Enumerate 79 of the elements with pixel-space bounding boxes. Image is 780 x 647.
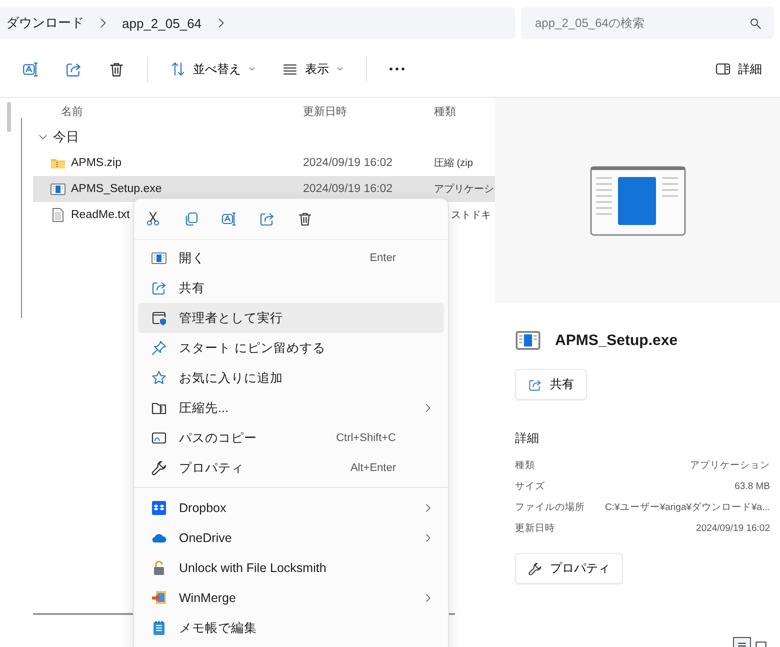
- share-icon: [151, 280, 167, 296]
- properties-button[interactable]: プロパティ: [515, 553, 623, 584]
- sort-icon: [170, 61, 186, 77]
- property-value: C:¥ユーザー¥ariga¥ダウンロード¥a...: [605, 501, 770, 514]
- property-label: 更新日時: [515, 522, 555, 535]
- view-menu-button[interactable]: 表示: [272, 54, 354, 84]
- scrollbar-thumb[interactable]: [7, 102, 11, 132]
- menu-item[interactable]: プロパティ Alt+Enter: [138, 453, 444, 483]
- details-pane-icon: [715, 61, 731, 77]
- file-type: アプリケーシ: [434, 184, 494, 195]
- file-name: APMS.zip: [71, 157, 122, 169]
- rename-icon: [221, 211, 237, 227]
- share-button[interactable]: 共有: [515, 369, 587, 400]
- details-button[interactable]: 詳細: [705, 54, 772, 84]
- property-label: サイズ: [515, 480, 545, 493]
- file-date: 2024/09/19 16:02: [303, 183, 393, 195]
- share-icon: [259, 211, 275, 227]
- column-header[interactable]: 更新日時: [303, 104, 434, 118]
- search-icon[interactable]: [749, 17, 762, 30]
- pin-icon: [151, 340, 167, 356]
- section-heading: 詳細: [515, 430, 540, 447]
- copy-icon: [183, 211, 199, 227]
- file-type: ストドキ: [451, 210, 491, 221]
- share-icon: [528, 378, 542, 392]
- delete-icon: [108, 60, 125, 78]
- file-name: ReadMe.txt: [71, 209, 130, 221]
- shortcut-label: Alt+Enter: [350, 462, 396, 474]
- menu-item[interactable]: 開く Enter: [138, 243, 444, 273]
- sort-menu-button[interactable]: 並べ替え: [160, 54, 266, 84]
- menu-item[interactable]: 共有: [138, 273, 444, 303]
- file-title: APMS_Setup.exe: [555, 332, 678, 348]
- menu-item[interactable]: メモ帳で編集: [138, 613, 444, 643]
- zip-folder-icon: [151, 400, 167, 416]
- padlock-icon: [151, 560, 167, 576]
- address-bar[interactable]: ダウンロード app_2_05_64: [0, 7, 515, 39]
- file-row[interactable]: APMS_Setup.exe 2024/09/19 16:02 アプリケーシ: [33, 176, 495, 202]
- star-icon: [151, 370, 167, 386]
- group-header[interactable]: 今日: [33, 124, 495, 150]
- menu-item[interactable]: スタート にピン留めする: [138, 333, 444, 363]
- property-value: 2024/09/19 16:02: [696, 523, 770, 534]
- share-icon: [65, 60, 82, 78]
- wrench-icon: [151, 460, 167, 476]
- property-label: 種類: [515, 459, 535, 472]
- application-icon: [50, 181, 66, 197]
- file-row[interactable]: APMS.zip 2024/09/19 16:02 圧縮 (zip: [33, 150, 495, 176]
- application-preview-icon: [590, 166, 686, 236]
- file-type: 圧縮 (zip: [434, 158, 473, 169]
- menu-item[interactable]: Unlock with File Locksmith: [138, 553, 444, 583]
- shortcut-label: Ctrl+Shift+C: [336, 432, 396, 444]
- menu-item[interactable]: パスのコピー Ctrl+Shift+C: [138, 423, 444, 453]
- menu-item[interactable]: Dropbox: [138, 493, 444, 523]
- wrench-icon: [528, 562, 542, 576]
- property-value: アプリケーション: [690, 459, 770, 472]
- menu-item[interactable]: 圧縮先...: [138, 393, 444, 423]
- file-name: APMS_Setup.exe: [71, 183, 162, 195]
- property-label: ファイルの場所: [515, 501, 585, 514]
- menu-item[interactable]: WinMerge: [138, 583, 444, 613]
- breadcrumb-item[interactable]: app_2_05_64: [122, 16, 202, 30]
- search-field[interactable]: app_2_05_64の検索: [521, 7, 774, 39]
- column-header[interactable]: 種類: [434, 104, 495, 118]
- column-header[interactable]: 名前: [33, 104, 303, 118]
- chevron-down-icon: [248, 66, 256, 72]
- shield-icon: [151, 310, 167, 326]
- file-date: 2024/09/19 16:02: [303, 157, 393, 169]
- more-icon: [389, 67, 405, 71]
- chevron-down-icon: [336, 66, 344, 72]
- property-value: 63.8 MB: [734, 481, 770, 492]
- breadcrumb-item[interactable]: ダウンロード: [6, 14, 84, 32]
- rename-icon: [22, 60, 39, 78]
- menu-item[interactable]: 管理者として実行: [138, 303, 444, 333]
- application-icon: [151, 250, 167, 266]
- file-row[interactable]: ReadMe.txt ストドキ: [33, 202, 495, 228]
- notepad-icon: [151, 620, 167, 636]
- menu-item[interactable]: お気に入りに追加: [138, 363, 444, 393]
- menu-item[interactable]: OneDrive: [138, 523, 444, 553]
- delete-icon: [297, 211, 313, 227]
- cut-icon: [145, 211, 161, 227]
- text-file-icon: [50, 207, 66, 223]
- shortcut-label: Enter: [370, 252, 396, 264]
